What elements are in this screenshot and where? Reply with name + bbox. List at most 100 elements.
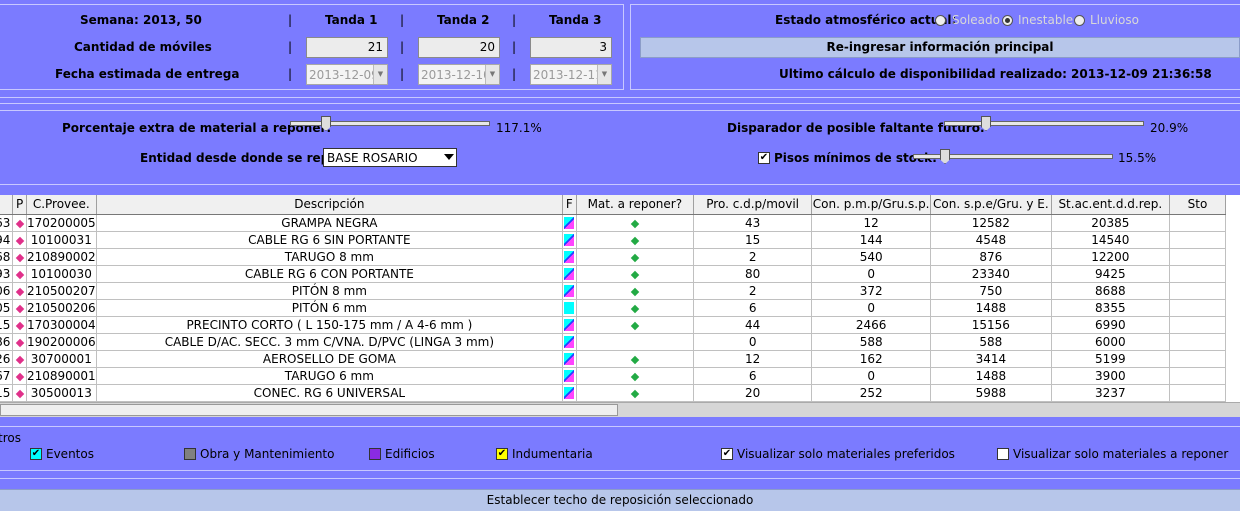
filter-label[interactable]: Eventos	[46, 447, 94, 461]
description-cell: AEROSELLO DE GOMA	[96, 350, 563, 368]
preferred-diamond-icon	[15, 304, 24, 313]
filter-checkbox[interactable]	[997, 448, 1009, 460]
family-color-icon	[564, 353, 575, 365]
reponer-cell	[576, 367, 695, 385]
row-index: 05	[0, 299, 14, 317]
table-row[interactable]: 94 10100031CABLE RG 6 SIN PORTANTE 1514445…	[0, 231, 1226, 249]
preferred-diamond-icon	[15, 219, 24, 228]
fecha-tanda3-picker[interactable]: 2013-12-11 ▼	[530, 64, 612, 85]
sto-cell	[1169, 214, 1226, 232]
preferred-diamond-icon	[15, 355, 24, 364]
scrollbar-thumb[interactable]	[0, 404, 618, 416]
fecha-tanda2-picker[interactable]: 2013-12-10 ▼	[418, 64, 500, 85]
table-row[interactable]: 15 170300004PRECINTO CORTO ( L 150-175 mm…	[0, 316, 1226, 334]
column-header[interactable]: St.ac.ent.d.d.rep.	[1051, 195, 1171, 215]
row-index: 06	[0, 282, 14, 300]
table-row[interactable]: 63 170200005GRAMPA NEGRA 43121258220385	[0, 214, 1226, 232]
fecha-tanda1-picker[interactable]: 2013-12-09 ▼	[306, 64, 388, 85]
sto-cell	[1169, 299, 1226, 317]
table-row[interactable]: 67 210890001TARUGO 6 mm 6014883900	[0, 367, 1226, 385]
family-cell	[562, 367, 577, 385]
filters-title: tros	[0, 431, 24, 445]
column-header[interactable]: Con. p.m.p/Gru.s.p.	[811, 195, 932, 215]
reponer-cell	[576, 384, 695, 402]
reponer-cell	[576, 231, 695, 249]
dropdown-arrow-icon[interactable]: ▼	[597, 65, 611, 84]
dropdown-arrow-icon[interactable]: ▼	[373, 65, 387, 84]
radio-inestable[interactable]	[1002, 15, 1013, 26]
table-row[interactable]: 15 30500013CONEC. RG 6 UNIVERSAL 202525988…	[0, 384, 1226, 402]
radio-soleado[interactable]	[935, 15, 946, 26]
filter-label[interactable]: Edificios	[385, 447, 435, 461]
family-color-icon	[564, 234, 575, 246]
reponer-cell	[576, 248, 695, 266]
reingresar-button[interactable]: Re-ingresar información principal	[640, 37, 1240, 58]
filter-label[interactable]: Visualizar solo materiales preferidos	[737, 447, 955, 461]
column-header[interactable]: P	[12, 195, 27, 215]
column-header[interactable]: C.Provee.	[26, 195, 97, 215]
table-row[interactable]: 93 10100030CABLE RG 6 CON PORTANTE 8002334…	[0, 265, 1226, 283]
radio-inestable-label[interactable]: Inestable	[1018, 13, 1073, 27]
establecer-button[interactable]: Establecer techo de reposición seleccion…	[0, 489, 1240, 511]
chevron-down-icon[interactable]	[444, 154, 454, 160]
cantidad-tanda1-input[interactable]: 21	[306, 37, 388, 58]
description-cell: CONEC. RG 6 UNIVERSAL	[96, 384, 563, 402]
entidad-select[interactable]: BASE ROSARIO	[323, 148, 457, 167]
cantidad-tanda2-input[interactable]: 20	[418, 37, 500, 58]
preferred-diamond-icon	[15, 321, 24, 330]
stock-cell: 8688	[1051, 282, 1171, 300]
materials-table[interactable]: P C.Provee. Descripción F Mat. a reponer? Pro…	[0, 195, 1240, 402]
column-header[interactable]: Descripción	[96, 195, 563, 215]
conp-cell: 162	[811, 350, 932, 368]
dropdown-arrow-icon[interactable]: ▼	[485, 65, 499, 84]
estado-label: Estado atmosférico actual:	[775, 13, 957, 27]
filter-checkbox[interactable]	[369, 448, 381, 460]
reponer-cell	[576, 299, 695, 317]
code-cell: 10100030	[26, 265, 97, 283]
separator: |	[399, 40, 405, 54]
filter-checkbox[interactable]: ✔	[30, 448, 42, 460]
family-cell	[562, 231, 577, 249]
preferred-diamond-icon	[15, 338, 24, 347]
filter-label[interactable]: Visualizar solo materiales a reponer	[1013, 447, 1228, 461]
pisos-value: 15.5%	[1118, 151, 1157, 165]
code-cell: 190200006	[26, 333, 97, 351]
reponer-cell	[576, 265, 695, 283]
table-row[interactable]: 26 30700001AEROSELLO DE GOMA 1216234145199	[0, 350, 1226, 368]
filter-label[interactable]: Indumentaria	[512, 447, 593, 461]
pro-cell: 12	[693, 350, 813, 368]
column-header[interactable]: Sto	[1169, 195, 1226, 215]
reponer-diamond-icon	[630, 389, 640, 398]
table-row[interactable]: 68 210890002TARUGO 8 mm 254087612200	[0, 248, 1226, 266]
filter-checkbox[interactable]: ✔	[721, 448, 733, 460]
filter-checkbox[interactable]: ✔	[496, 448, 508, 460]
sto-cell	[1169, 316, 1226, 334]
preferred-cell	[12, 299, 27, 317]
filter-label[interactable]: Obra y Mantenimiento	[200, 447, 334, 461]
table-row[interactable]: 06 210500207PITÓN 8 mm 23727508688	[0, 282, 1226, 300]
family-color-icon	[564, 251, 575, 263]
description-cell: PITÓN 6 mm	[96, 299, 563, 317]
radio-lluvioso-label[interactable]: Lluvioso	[1090, 13, 1139, 27]
filter-checkbox[interactable]	[184, 448, 196, 460]
radio-lluvioso[interactable]	[1074, 15, 1085, 26]
column-header[interactable]: Con. s.p.e/Gru. y E.	[930, 195, 1052, 215]
column-header[interactable]	[0, 195, 14, 215]
porcentaje-slider-track[interactable]	[290, 121, 490, 126]
table-row[interactable]: 05 210500206PITÓN 6 mm 6014888355	[0, 299, 1226, 317]
cons-cell: 12582	[930, 214, 1052, 232]
column-header[interactable]: F	[562, 195, 577, 215]
radio-soleado-label[interactable]: Soleado	[952, 13, 1000, 27]
preferred-cell	[12, 248, 27, 266]
column-header[interactable]: Mat. a reponer?	[576, 195, 695, 215]
table-row[interactable]: 86 190200006CABLE D/AC. SECC. 3 mm C/VNA.…	[0, 333, 1226, 351]
code-cell: 210500206	[26, 299, 97, 317]
cantidad-tanda3-input[interactable]: 3	[530, 37, 612, 58]
column-header[interactable]: Pro. c.d.p/movil	[693, 195, 813, 215]
row-index: 15	[0, 316, 14, 334]
conp-cell: 252	[811, 384, 932, 402]
separator: |	[511, 40, 517, 54]
pisos-checkbox[interactable]: ✔	[758, 152, 770, 164]
disparador-slider-track[interactable]	[944, 121, 1144, 126]
horizontal-scrollbar[interactable]	[0, 402, 1240, 417]
